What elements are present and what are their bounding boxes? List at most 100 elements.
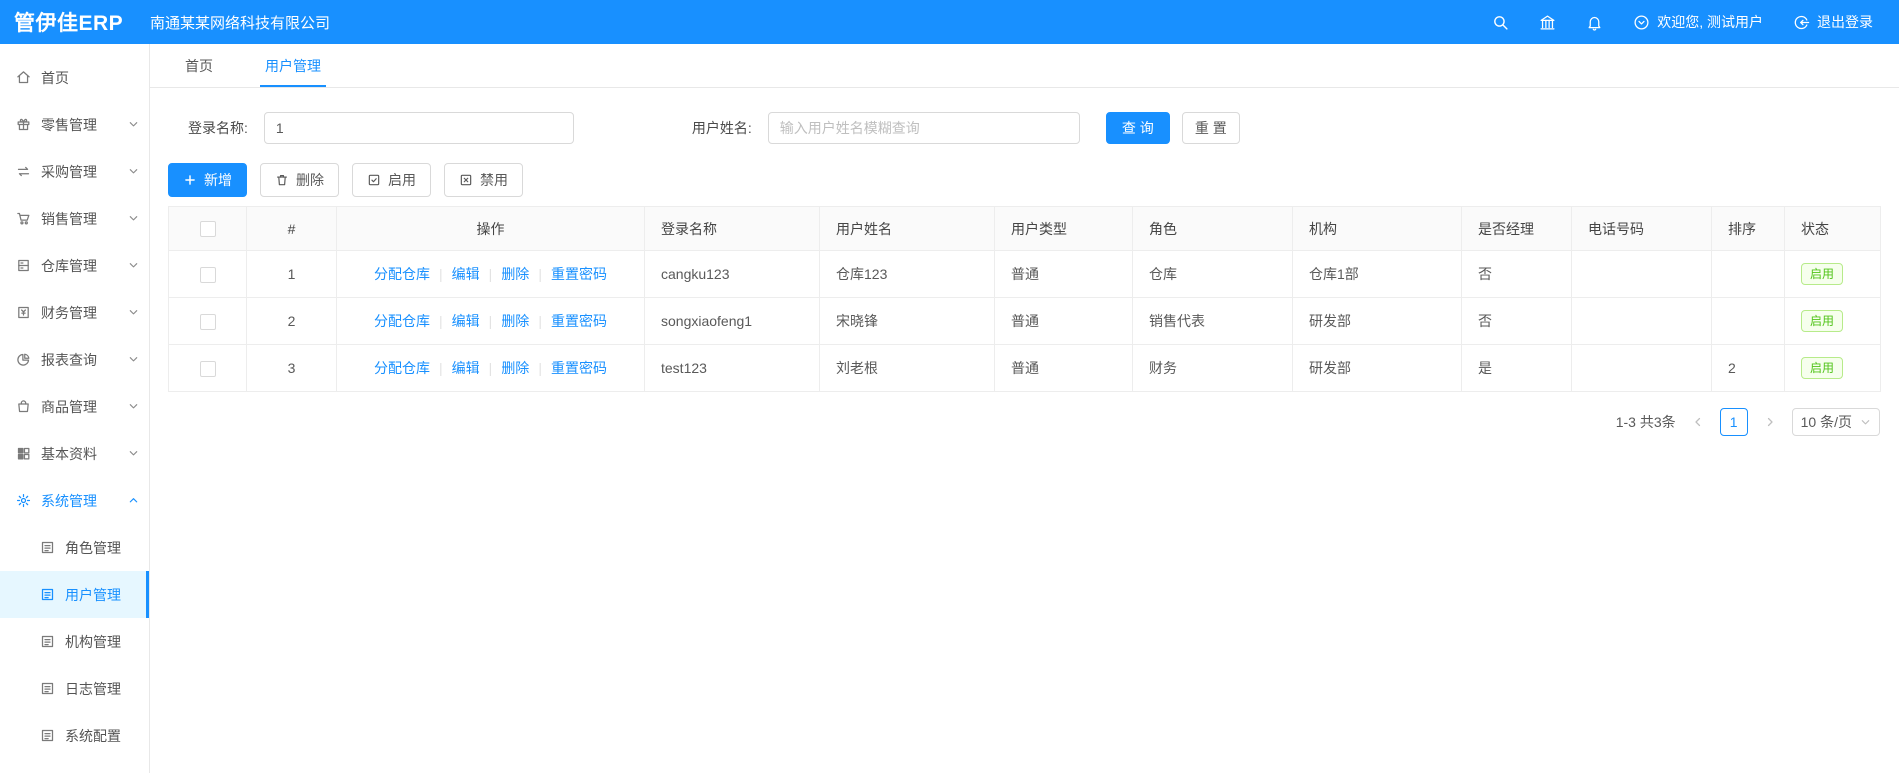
col-org: 机构 [1292, 206, 1462, 251]
reset-button[interactable]: 重 置 [1181, 112, 1240, 144]
enable-button[interactable]: 启用 [352, 163, 431, 197]
bell-icon[interactable] [1586, 14, 1603, 31]
reset-password-link[interactable]: 重置密码 [529, 266, 607, 282]
sidebar-subitem-roles[interactable]: 角色管理 [0, 524, 149, 571]
table-row: 1 分配仓库编辑删除重置密码 cangku123 仓库123 普通 仓库 仓库1… [168, 250, 1881, 298]
bank-icon[interactable] [1539, 14, 1556, 31]
assign-warehouse-link[interactable]: 分配仓库 [374, 313, 430, 329]
sidebar-item-finance[interactable]: 财务管理 [0, 289, 149, 336]
sidebar-item-basic-data[interactable]: 基本资料 [0, 430, 149, 477]
cell-type: 普通 [994, 250, 1133, 298]
welcome-text: 欢迎您, 测试用户 [1657, 14, 1763, 30]
sidebar-item-label: 销售管理 [41, 210, 97, 227]
edit-link[interactable]: 编辑 [430, 266, 480, 282]
sidebar-item-label: 商品管理 [41, 398, 97, 415]
reset-password-link[interactable]: 重置密码 [529, 313, 607, 329]
status-badge: 启用 [1801, 357, 1844, 379]
cell-phone [1571, 297, 1712, 345]
cell-role: 财务 [1132, 344, 1293, 392]
sidebar-item-purchase[interactable]: 采购管理 [0, 148, 149, 195]
delete-button[interactable]: 删除 [260, 163, 339, 197]
sidebar-subitem-orgs[interactable]: 机构管理 [0, 618, 149, 665]
add-button[interactable]: 新增 [168, 163, 247, 197]
select-all-checkbox[interactable] [199, 221, 216, 238]
profile-icon [40, 540, 55, 555]
cell-sort [1711, 250, 1785, 298]
plus-icon [183, 173, 197, 187]
sidebar-item-warehouse[interactable]: 仓库管理 [0, 242, 149, 289]
query-button[interactable]: 查 询 [1105, 112, 1170, 144]
chevron-up-icon [128, 495, 139, 506]
prev-page-button[interactable] [1686, 410, 1710, 434]
row-checkbox[interactable] [199, 360, 216, 377]
cell-login: cangku123 [644, 250, 820, 298]
table-toolbar: 新增 删除 启用 禁用 [168, 163, 1880, 197]
search-icon[interactable] [1492, 14, 1509, 31]
cell-role: 销售代表 [1132, 297, 1293, 345]
user-name-input[interactable] [767, 112, 1080, 144]
cell-actions: 分配仓库编辑删除重置密码 [336, 297, 645, 345]
tab-home[interactable]: 首页 [180, 44, 218, 87]
header-actions: 欢迎您, 测试用户 退出登录 [1492, 12, 1899, 32]
table-row: 3 分配仓库编辑删除重置密码 test123 刘老根 普通 财务 研发部 是 2… [168, 344, 1881, 392]
chevron-down-icon [128, 401, 139, 412]
delete-link[interactable]: 删除 [480, 313, 530, 329]
cell-org: 研发部 [1292, 297, 1462, 345]
login-name-input[interactable] [263, 112, 574, 144]
assign-warehouse-link[interactable]: 分配仓库 [374, 360, 430, 376]
page-number-button[interactable]: 1 [1719, 408, 1748, 436]
sidebar-item-label: 仓库管理 [41, 257, 97, 274]
chevron-down-icon [128, 260, 139, 271]
sidebar: 首页 零售管理 采购管理 销售管理 仓库管理 财务管理 报表查询 商品管理 基本… [0, 44, 150, 773]
user-menu[interactable]: 欢迎您, 测试用户 [1633, 12, 1763, 32]
edit-link[interactable]: 编辑 [430, 360, 480, 376]
row-checkbox[interactable] [199, 313, 216, 330]
sidebar-subitem-label: 系统配置 [65, 727, 121, 744]
pie-chart-icon [16, 352, 31, 367]
sidebar-subitem-logs[interactable]: 日志管理 [0, 665, 149, 712]
row-checkbox[interactable] [199, 266, 216, 283]
pagination: 1-3 共3条 1 10 条/页 [168, 408, 1880, 436]
sidebar-item-products[interactable]: 商品管理 [0, 383, 149, 430]
warehouse-icon [16, 258, 31, 273]
delete-link[interactable]: 删除 [480, 360, 530, 376]
col-phone: 电话号码 [1571, 206, 1712, 251]
status-badge: 启用 [1801, 310, 1844, 332]
user-name-label: 用户姓名: [691, 120, 752, 136]
edit-link[interactable]: 编辑 [430, 313, 480, 329]
chevron-down-icon [128, 307, 139, 318]
close-square-icon [459, 173, 473, 187]
search-form: 登录名称: 用户姓名: 查 询 重 置 [168, 112, 1880, 144]
next-page-button[interactable] [1758, 410, 1782, 434]
cell-phone [1571, 250, 1712, 298]
logout-button[interactable]: 退出登录 [1793, 12, 1873, 32]
login-name-label: 登录名称: [188, 120, 248, 136]
sidebar-item-label: 首页 [41, 69, 69, 86]
sidebar-item-home[interactable]: 首页 [0, 54, 149, 101]
sidebar-item-reports[interactable]: 报表查询 [0, 336, 149, 383]
sidebar-item-sales[interactable]: 销售管理 [0, 195, 149, 242]
cell-index: 1 [246, 250, 337, 298]
sidebar-subitem-config[interactable]: 系统配置 [0, 712, 149, 759]
reset-password-link[interactable]: 重置密码 [529, 360, 607, 376]
profile-icon [40, 681, 55, 696]
page-size-select[interactable]: 10 条/页 [1791, 408, 1880, 436]
sidebar-item-label: 基本资料 [41, 445, 97, 462]
col-type: 用户类型 [994, 206, 1133, 251]
cell-login: test123 [644, 344, 820, 392]
trash-icon [275, 173, 289, 187]
sidebar-item-label: 报表查询 [41, 351, 97, 368]
disable-button[interactable]: 禁用 [444, 163, 523, 197]
col-manager: 是否经理 [1461, 206, 1572, 251]
sidebar-item-retail[interactable]: 零售管理 [0, 101, 149, 148]
cell-manager: 否 [1461, 250, 1572, 298]
tab-user-management[interactable]: 用户管理 [260, 44, 326, 87]
sidebar-item-system[interactable]: 系统管理 [0, 477, 149, 524]
sidebar-subitem-label: 机构管理 [65, 633, 121, 650]
sidebar-subitem-users[interactable]: 用户管理 [0, 571, 149, 618]
sidebar-subitem-label: 用户管理 [65, 586, 121, 603]
sidebar-item-label: 系统管理 [41, 492, 97, 509]
delete-link[interactable]: 删除 [480, 266, 530, 282]
users-table: # 操作 登录名称 用户姓名 用户类型 角色 机构 是否经理 电话号码 排序 状… [168, 206, 1881, 392]
assign-warehouse-link[interactable]: 分配仓库 [374, 266, 430, 282]
